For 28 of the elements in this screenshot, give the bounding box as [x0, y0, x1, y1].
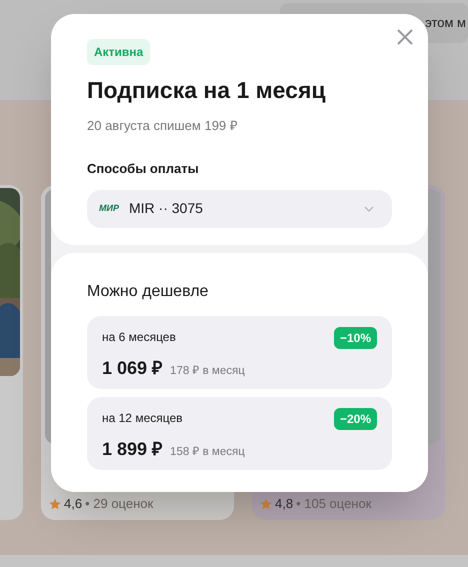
offer-period: на 12 месяцев	[102, 410, 183, 427]
status-badge: Активна	[87, 39, 150, 65]
monthly-price: 158 ₽ в месяц	[170, 445, 245, 460]
offers-title: Можно дешевле	[87, 282, 210, 302]
discount-badge: −20%	[334, 408, 377, 430]
charge-date-text: 20 августа спишем 199 ₽	[87, 116, 239, 135]
star-icon	[260, 498, 272, 510]
rating-value: 4,8	[275, 495, 294, 513]
offer-period: на 6 месяцев	[102, 329, 176, 346]
close-button[interactable]	[396, 28, 414, 46]
subscription-title: Подписка на 1 месяц	[87, 76, 327, 105]
card-number: MIR ·· 3075	[128, 199, 203, 218]
reviews-count: • 105 оценок	[296, 495, 372, 513]
offer-option[interactable]: на 6 месяцев −10% 1 069 ₽ 178 ₽ в месяц	[87, 316, 392, 389]
close-icon	[396, 28, 414, 46]
offer-option[interactable]: на 12 месяцев −20% 1 899 ₽ 158 ₽ в месяц	[87, 397, 392, 470]
offer-price: 1 069 ₽	[102, 357, 162, 380]
discount-badge: −10%	[334, 327, 377, 349]
reviews-count: • 29 оценок	[85, 495, 154, 513]
rating-value: 4,6	[64, 495, 82, 513]
payment-select[interactable]: МИР MIR ·· 3075	[87, 190, 392, 228]
card-brand-logo: МИР	[99, 202, 119, 215]
header-text: этом м	[425, 14, 466, 32]
star-icon	[49, 498, 61, 510]
payment-methods-label: Способы оплаты	[87, 160, 200, 178]
chevron-down-icon	[364, 206, 374, 212]
monthly-price: 178 ₽ в месяц	[170, 364, 245, 379]
offer-price: 1 899 ₽	[102, 438, 162, 461]
